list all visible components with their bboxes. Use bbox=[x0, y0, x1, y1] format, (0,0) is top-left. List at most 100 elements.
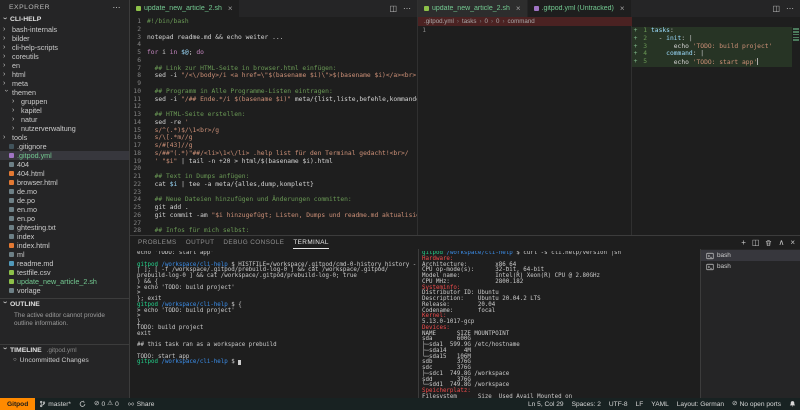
outline-header[interactable]: › OUTLINE bbox=[0, 298, 129, 309]
tree-item-kapitel[interactable]: › kapitel bbox=[0, 106, 129, 115]
status-indentation[interactable]: Spaces: 2 bbox=[568, 398, 605, 410]
tree-item-themen[interactable]: › themen bbox=[0, 88, 129, 97]
editor-update-new-article-2-sh[interactable]: 1 #!/bin/bash 2 3 notepad readme.md && echo… bbox=[130, 17, 417, 235]
code-line: 1 bbox=[418, 27, 631, 35]
tree-item-.gitignore[interactable]: .gitignore bbox=[0, 142, 129, 151]
status-ports[interactable]: ⊘ No open ports bbox=[728, 398, 785, 410]
tree-item-index[interactable]: index bbox=[0, 232, 129, 241]
tree-item-bash-internals[interactable]: › bash-internals bbox=[0, 25, 129, 34]
breadcrumb-item[interactable]: 0 bbox=[496, 18, 499, 25]
editor-tab[interactable]: update_new_article_2.sh × bbox=[418, 0, 528, 17]
status-problems[interactable]: ⊘ 0 ⚠ 0 bbox=[90, 398, 123, 410]
close-panel-icon[interactable]: × bbox=[790, 238, 795, 247]
tree-item-testfile.csv[interactable]: testfile.csv bbox=[0, 268, 129, 277]
status-cursor-position[interactable]: Ln 5, Col 29 bbox=[524, 398, 568, 410]
terminal-right[interactable]: gitpod /workspace/cli-help $ curl -s cli… bbox=[422, 251, 698, 398]
close-icon[interactable]: × bbox=[516, 4, 521, 13]
tree-item-coreutils[interactable]: › coreutils bbox=[0, 52, 129, 61]
tree-item-de.mo[interactable]: de.mo bbox=[0, 187, 129, 196]
breadcrumb-item[interactable]: tasks bbox=[462, 18, 476, 25]
file-type-icon bbox=[9, 144, 14, 149]
tree-item-cli-help-scripts[interactable]: › cli-help-scripts bbox=[0, 43, 129, 52]
breadcrumb-item[interactable]: command bbox=[508, 18, 535, 25]
tree-item-tools[interactable]: › tools bbox=[0, 133, 129, 142]
terminal-list-item[interactable]: bash bbox=[701, 261, 800, 272]
tree-item-update_new_article_2.sh[interactable]: update_new_article_2.sh bbox=[0, 277, 129, 286]
tree-item-ghtesting.txt[interactable]: ghtesting.txt bbox=[0, 223, 129, 232]
tree-item-de.po[interactable]: de.po bbox=[0, 196, 129, 205]
status-language-mode[interactable]: YAML bbox=[647, 398, 672, 410]
tree-item-label: en bbox=[12, 61, 20, 70]
status-notifications[interactable] bbox=[785, 398, 800, 410]
panel-tab-problems[interactable]: PROBLEMS bbox=[138, 237, 177, 249]
minimap[interactable] bbox=[792, 27, 800, 235]
tree-item-.gitpod.yml[interactable]: .gitpod.yml bbox=[0, 151, 129, 160]
tree-item-vorlage[interactable]: vorlage bbox=[0, 286, 129, 295]
tree-item-en.po[interactable]: en.po bbox=[0, 214, 129, 223]
close-icon[interactable]: × bbox=[228, 4, 233, 13]
file-type-icon bbox=[136, 6, 141, 11]
split-terminal-icon[interactable]: ◫ bbox=[752, 238, 760, 247]
split-editor-icon[interactable]: ◫ bbox=[389, 4, 397, 13]
line-content: s/#[43]//g bbox=[147, 142, 193, 149]
tree-item-readme.md[interactable]: readme.md bbox=[0, 259, 129, 268]
terminal-line: gitpod /workspace/cli-help $ bbox=[137, 359, 417, 366]
status-label: master* bbox=[48, 400, 71, 408]
panel-tab-terminal[interactable]: TERMINAL bbox=[293, 237, 329, 249]
line-number: 3 bbox=[643, 42, 647, 50]
panel-tabs: PROBLEMS OUTPUT DEBUG CONSOLE TERMINAL bbox=[138, 237, 329, 249]
code-line: +4 command: | bbox=[632, 50, 800, 58]
editor-tab[interactable]: .gitpod.yml (Untracked) × bbox=[527, 0, 632, 17]
status-git-branch[interactable]: master* bbox=[35, 398, 75, 410]
status-keyboard-layout[interactable]: Layout: German bbox=[673, 398, 728, 410]
tree-item-gruppen[interactable]: › gruppen bbox=[0, 97, 129, 106]
more-actions-icon[interactable]: ⋯ bbox=[786, 4, 794, 13]
line-number: 1 bbox=[422, 27, 426, 34]
tree-item-html[interactable]: › html bbox=[0, 70, 129, 79]
tree-item-meta[interactable]: › meta bbox=[0, 79, 129, 88]
status-encoding[interactable]: UTF-8 bbox=[605, 398, 632, 410]
diff-original-pane[interactable]: 1 bbox=[418, 26, 632, 235]
status-gitpod-remote[interactable]: Gitpod bbox=[0, 398, 36, 410]
timeline-header[interactable]: › TIMELINE .gitpod.yml bbox=[0, 344, 129, 355]
workspace-section-header[interactable]: › CLI-HELP bbox=[0, 14, 129, 25]
tree-item-bilder[interactable]: › bilder bbox=[0, 34, 129, 43]
timeline-item-uncommitted-changes[interactable]: ○ Uncommitted Changes bbox=[0, 355, 129, 365]
tree-item-label: 404 bbox=[17, 160, 29, 169]
diff-modified-pane[interactable]: +1 tasks: +2 - init: | +3 echo 'TODO: build… bbox=[632, 26, 800, 235]
status-share[interactable]: Share bbox=[123, 398, 159, 410]
tree-item-nutzerverwaltung[interactable]: › nutzerverwaltung bbox=[0, 124, 129, 133]
maximize-panel-icon[interactable]: ∧ bbox=[778, 238, 784, 247]
explorer-more-icon[interactable]: ⋯ bbox=[113, 3, 122, 12]
tree-item-label: bilder bbox=[12, 34, 30, 43]
terminal-label: bash bbox=[717, 263, 731, 270]
panel-tab-debug-console[interactable]: DEBUG CONSOLE bbox=[223, 237, 284, 249]
new-terminal-icon[interactable]: + bbox=[741, 238, 746, 247]
tree-item-natur[interactable]: › natur bbox=[0, 115, 129, 124]
terminal-split-divider[interactable] bbox=[418, 249, 419, 398]
panel-tab-output[interactable]: OUTPUT bbox=[186, 237, 215, 249]
line-content: cat $i | tee -a meta/{alles,dump,komplet… bbox=[147, 180, 314, 188]
split-editor-icon[interactable]: ◫ bbox=[772, 4, 780, 13]
tree-item-en[interactable]: › en bbox=[0, 61, 129, 70]
commit-circle-icon: ○ bbox=[13, 357, 17, 363]
code-line: 1 #!/bin/bash bbox=[130, 18, 417, 26]
terminal-list-item[interactable]: bash bbox=[701, 250, 800, 261]
tree-item-en.mo[interactable]: en.mo bbox=[0, 205, 129, 214]
tree-item-ml[interactable]: ml bbox=[0, 250, 129, 259]
more-actions-icon[interactable]: ⋯ bbox=[403, 4, 411, 13]
tree-item-index.html[interactable]: index.html bbox=[0, 241, 129, 250]
tree-item-404.html[interactable]: 404.html bbox=[0, 169, 129, 178]
tree-item-browser.html[interactable]: browser.html bbox=[0, 178, 129, 187]
breadcrumb-item[interactable]: 0 bbox=[485, 18, 488, 25]
tree-item-404[interactable]: 404 bbox=[0, 160, 129, 169]
close-icon[interactable]: × bbox=[620, 4, 625, 13]
line-number: 20 bbox=[133, 165, 141, 173]
editor-tab[interactable]: update_new_article_2.sh × bbox=[130, 0, 240, 17]
breadcrumb-item[interactable]: .gitpod.yml bbox=[424, 18, 454, 25]
status-eol[interactable]: LF bbox=[632, 398, 648, 410]
terminal-left[interactable]: echo 'TODO: start app' gitpod /workspace… bbox=[137, 251, 417, 398]
status-sync-changes[interactable] bbox=[75, 398, 90, 410]
code-line: 18 s/##"(.*)"##/<li>\1<\/li> .help list … bbox=[130, 150, 417, 158]
kill-terminal-icon[interactable] bbox=[765, 239, 772, 247]
